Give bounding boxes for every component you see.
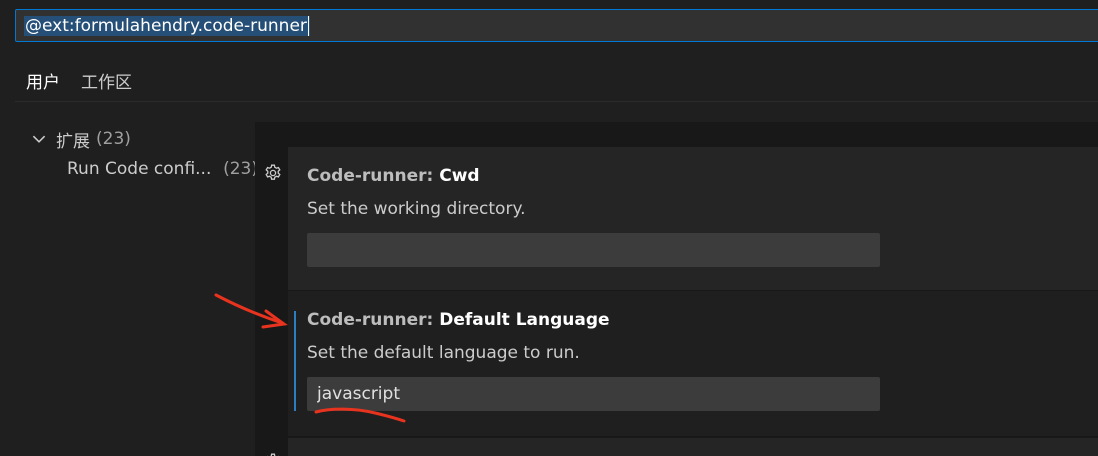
setting-name: Cwd <box>439 166 480 186</box>
setting-title: Code-runner: Cwd <box>307 166 480 186</box>
focus-indicator <box>294 311 296 411</box>
cwd-input[interactable] <box>307 233 880 267</box>
setting-next-partial <box>267 438 1098 456</box>
setting-description: Set the working directory. <box>307 199 526 219</box>
text-caret <box>307 16 309 36</box>
toc-item-count: (23) <box>223 159 258 179</box>
toc-item-run-code[interactable]: Run Code confi... (23) <box>30 154 258 184</box>
tabs-divider <box>15 101 1098 102</box>
settings-list: Code-runner: Cwd Set the working directo… <box>255 122 1098 456</box>
gear-icon[interactable] <box>263 452 283 456</box>
settings-toc: 扩展 (23) Run Code confi... (23) <box>30 124 258 184</box>
setting-title: Code-runner: Default Language <box>307 310 610 330</box>
setting-default-language: Code-runner: Default Language Set the de… <box>288 291 1098 436</box>
tab-workspace[interactable]: 工作区 <box>70 62 142 96</box>
setting-category: Code-runner: <box>307 310 440 330</box>
settings-search-box[interactable]: @ext:formulahendry.code-runner <box>15 9 1098 42</box>
settings-scope-tabs: 用户 工作区 <box>15 62 142 102</box>
toc-group-label: 扩展 <box>56 131 90 152</box>
default-language-input[interactable] <box>307 377 880 411</box>
setting-name: Default Language <box>439 310 610 330</box>
toc-item-label: Run Code confi... <box>67 159 212 179</box>
search-query-text[interactable]: @ext:formulahendry.code-runner <box>24 16 310 36</box>
setting-description: Set the default language to run. <box>307 343 580 363</box>
settings-editor: @ext:formulahendry.code-runner 用户 工作区 扩展… <box>0 0 1098 456</box>
toc-group-count: (23) <box>96 129 131 149</box>
gear-icon[interactable] <box>263 163 283 183</box>
setting-category: Code-runner: <box>307 166 440 186</box>
tab-user[interactable]: 用户 <box>15 62 70 102</box>
chevron-down-icon[interactable] <box>30 130 48 148</box>
toc-group-extensions[interactable]: 扩展 (23) <box>30 124 258 154</box>
setting-cwd: Code-runner: Cwd Set the working directo… <box>265 147 1098 290</box>
